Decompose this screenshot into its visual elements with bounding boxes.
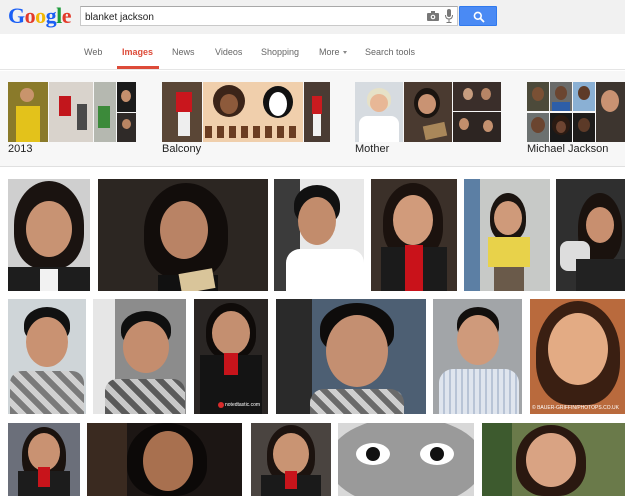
related-thumb: [527, 82, 549, 111]
image-result[interactable]: notedtastic.com: [194, 299, 268, 414]
related-thumb: [453, 112, 501, 142]
camera-icon[interactable]: [427, 11, 439, 21]
logo-letter: o: [35, 3, 46, 28]
tab-shopping[interactable]: Shopping: [261, 47, 299, 57]
tab-more-label: More: [319, 47, 340, 57]
microphone-icon[interactable]: [445, 9, 453, 23]
image-result[interactable]: [98, 179, 268, 291]
search-tools-button[interactable]: Search tools: [365, 47, 415, 57]
image-result[interactable]: [556, 179, 625, 291]
image-result[interactable]: [274, 179, 364, 291]
google-logo[interactable]: Google: [8, 3, 72, 28]
image-result[interactable]: [433, 299, 522, 414]
tab-images[interactable]: Images: [122, 47, 153, 57]
tab-web[interactable]: Web: [84, 47, 102, 57]
image-result[interactable]: [276, 299, 426, 414]
dropdown-caret-icon: [342, 51, 347, 55]
image-result[interactable]: [371, 179, 457, 291]
related-searches: 2013 Balcony Mother Michael Jackson: [0, 71, 625, 167]
related-thumb: [203, 82, 303, 142]
related-label[interactable]: 2013: [8, 143, 32, 155]
logo-letter: g: [45, 3, 57, 28]
related-thumb: [573, 82, 595, 111]
related-thumb: [596, 82, 625, 142]
watermark: © BAUER-GRIFFIN/PHOTOPS.CO.UK: [532, 405, 619, 411]
image-result[interactable]: [87, 423, 242, 496]
related-thumb: [8, 82, 48, 142]
image-result[interactable]: [8, 179, 90, 291]
logo-letter: e: [61, 3, 72, 28]
image-result[interactable]: [482, 423, 625, 496]
related-thumb: [550, 82, 572, 111]
logo-letter: o: [24, 3, 36, 28]
search-box[interactable]: [80, 6, 458, 26]
search-input[interactable]: [85, 9, 415, 25]
related-thumb: [527, 113, 549, 142]
related-thumb: [117, 113, 136, 142]
image-result[interactable]: [8, 423, 80, 496]
logo-letter: G: [8, 3, 25, 28]
related-thumb: [355, 82, 403, 142]
watermark-logo-icon: [218, 402, 224, 408]
search-tabs: Web Images News Videos Shopping More Sea…: [0, 34, 625, 70]
watermark: notedtastic.com: [225, 402, 261, 408]
related-label[interactable]: Mother: [355, 143, 389, 155]
image-result[interactable]: © BAUER-GRIFFIN/PHOTOPS.CO.UK: [530, 299, 625, 414]
image-result[interactable]: [93, 299, 186, 414]
image-results-grid: notedtastic.com © BAUER-GRIFFIN/PHOTOPS.…: [0, 168, 625, 496]
tab-news[interactable]: News: [172, 47, 195, 57]
related-thumb: [453, 82, 501, 111]
related-thumb: [550, 113, 572, 142]
search-button[interactable]: [459, 6, 497, 26]
related-item-balcony[interactable]: [162, 82, 330, 142]
tab-more[interactable]: More: [319, 47, 347, 57]
related-thumb: [404, 82, 452, 142]
related-thumb: [94, 82, 116, 142]
related-thumb: [162, 82, 202, 142]
related-label[interactable]: Balcony: [162, 143, 201, 155]
image-result[interactable]: [338, 423, 474, 496]
search-icon: [473, 11, 485, 23]
image-result[interactable]: [464, 179, 550, 291]
related-thumb: [49, 82, 93, 142]
related-item-mother[interactable]: [355, 82, 501, 142]
related-thumb: [573, 113, 595, 142]
related-item-2013[interactable]: [8, 82, 136, 142]
related-label[interactable]: Michael Jackson: [527, 143, 608, 155]
related-thumb: [304, 82, 330, 142]
image-result[interactable]: [251, 423, 331, 496]
active-tab-indicator: [117, 66, 159, 69]
image-result[interactable]: [8, 299, 86, 414]
tab-videos[interactable]: Videos: [215, 47, 242, 57]
related-item-michael-jackson[interactable]: [527, 82, 625, 142]
top-bar: Google: [0, 0, 625, 34]
related-thumb: [117, 82, 136, 112]
